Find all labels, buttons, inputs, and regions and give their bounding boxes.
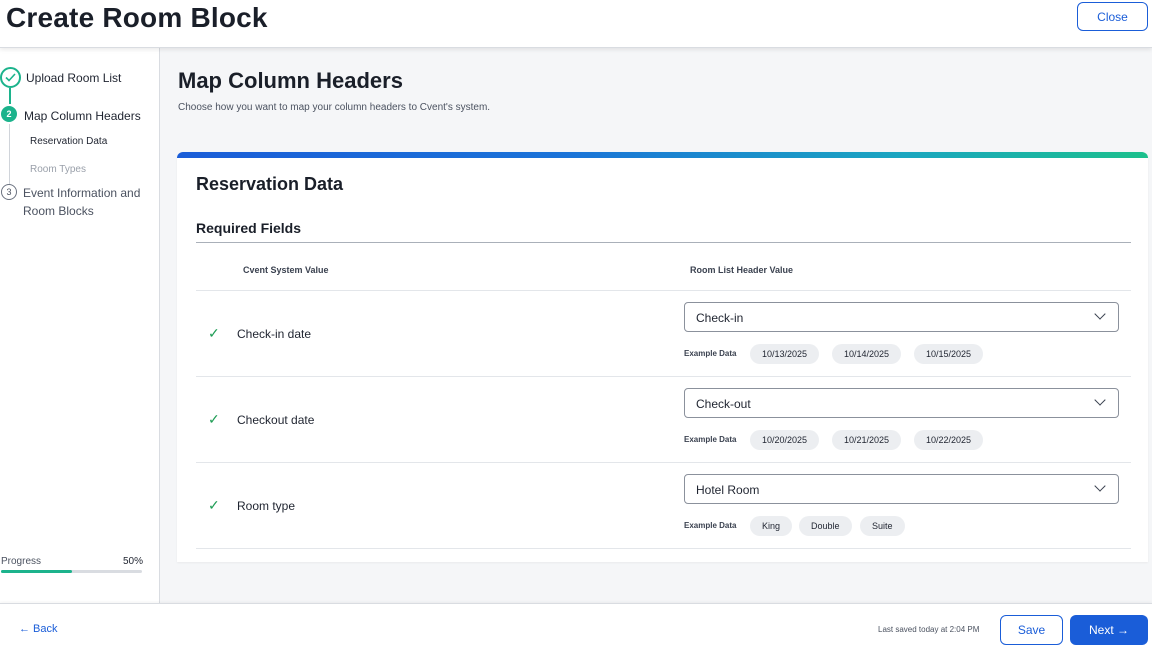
example-data-label: Example Data	[684, 349, 737, 358]
select-value: Check-out	[696, 397, 751, 411]
example-chip: 10/20/2025	[750, 430, 820, 450]
required-fields-heading: Required Fields	[196, 220, 302, 236]
chevron-down-icon	[1094, 308, 1106, 320]
example-chip: 10/22/2025	[914, 430, 984, 450]
section-description: Choose how you want to map your column h…	[178, 102, 491, 113]
chevron-down-icon	[1094, 394, 1106, 406]
example-chip: 10/15/2025	[914, 344, 984, 364]
column-header-room-list-value: Room List Header Value	[690, 265, 794, 275]
progress-fill	[1, 570, 72, 573]
section-heading: Map Column Headers	[178, 68, 403, 93]
card-accent-bar	[177, 152, 1148, 158]
step-connector	[9, 88, 11, 104]
check-icon: ✓	[208, 411, 220, 427]
select-value: Hotel Room	[696, 483, 760, 497]
close-button[interactable]: Close	[1077, 2, 1148, 31]
divider	[196, 548, 1131, 549]
save-button[interactable]: Save	[1000, 615, 1063, 645]
example-data-label: Example Data	[684, 435, 737, 444]
mapping-row-checkout: ✓ Checkout date Check-out Example Data 1…	[177, 376, 1148, 462]
mapping-row-room-type: ✓ Room type Hotel Room Example Data King…	[177, 462, 1148, 548]
select-value: Check-in	[696, 311, 744, 325]
step-label: Upload Room List	[26, 71, 122, 85]
header-select[interactable]: Check-in	[684, 302, 1119, 332]
step-map-column-headers[interactable]: 2 Map Column Headers	[1, 106, 141, 125]
check-icon	[0, 67, 21, 88]
reservation-data-card: Reservation Data Required Fields Cvent S…	[177, 152, 1148, 562]
last-saved-text: Last saved today at 2:04 PM	[878, 625, 980, 634]
next-button[interactable]: Next →	[1070, 615, 1148, 645]
column-header-system-value: Cvent System Value	[243, 265, 329, 275]
card-title: Reservation Data	[196, 174, 344, 194]
example-data-label: Example Data	[684, 521, 737, 530]
step-event-information[interactable]: 3 Event Information and Room Blocks	[1, 184, 143, 220]
app-header: Create Room Block Close	[0, 0, 1152, 48]
header-select[interactable]: Hotel Room	[684, 474, 1119, 504]
step-label: Map Column Headers	[24, 109, 141, 123]
check-icon: ✓	[208, 497, 220, 513]
progress-label: Progress	[1, 556, 42, 567]
header-select[interactable]: Check-out	[684, 388, 1119, 418]
back-button[interactable]: ← Back	[19, 623, 58, 635]
page-title: Create Room Block	[6, 2, 268, 33]
example-chip: 10/14/2025	[832, 344, 902, 364]
substep-line	[9, 124, 10, 184]
step-number-badge: 2	[1, 106, 17, 122]
substep-reservation-data[interactable]: Reservation Data	[30, 136, 107, 147]
chevron-down-icon	[1094, 480, 1106, 492]
divider	[196, 242, 1131, 243]
field-label: Checkout date	[237, 413, 315, 427]
example-chip: Suite	[860, 516, 905, 536]
substep-room-types[interactable]: Room Types	[30, 164, 86, 175]
example-chip: Double	[799, 516, 852, 536]
example-chip: 10/21/2025	[832, 430, 902, 450]
example-chip: King	[750, 516, 793, 536]
steps-sidebar: Upload Room List 2 Map Column Headers Re…	[0, 48, 160, 603]
step-label: Event Information and Room Blocks	[23, 186, 141, 218]
mapping-row-checkin: ✓ Check-in date Check-in Example Data 10…	[177, 290, 1148, 376]
progress-bar	[1, 570, 142, 573]
field-label: Check-in date	[237, 327, 312, 341]
footer-bar: ← Back Last saved today at 2:04 PM Save …	[0, 603, 1152, 645]
step-number-badge: 3	[1, 184, 17, 200]
field-label: Room type	[237, 499, 296, 513]
example-chip: 10/13/2025	[750, 344, 820, 364]
check-icon: ✓	[208, 325, 220, 341]
progress-value: 50%	[123, 556, 144, 567]
step-upload-room-list[interactable]: Upload Room List	[0, 67, 121, 88]
